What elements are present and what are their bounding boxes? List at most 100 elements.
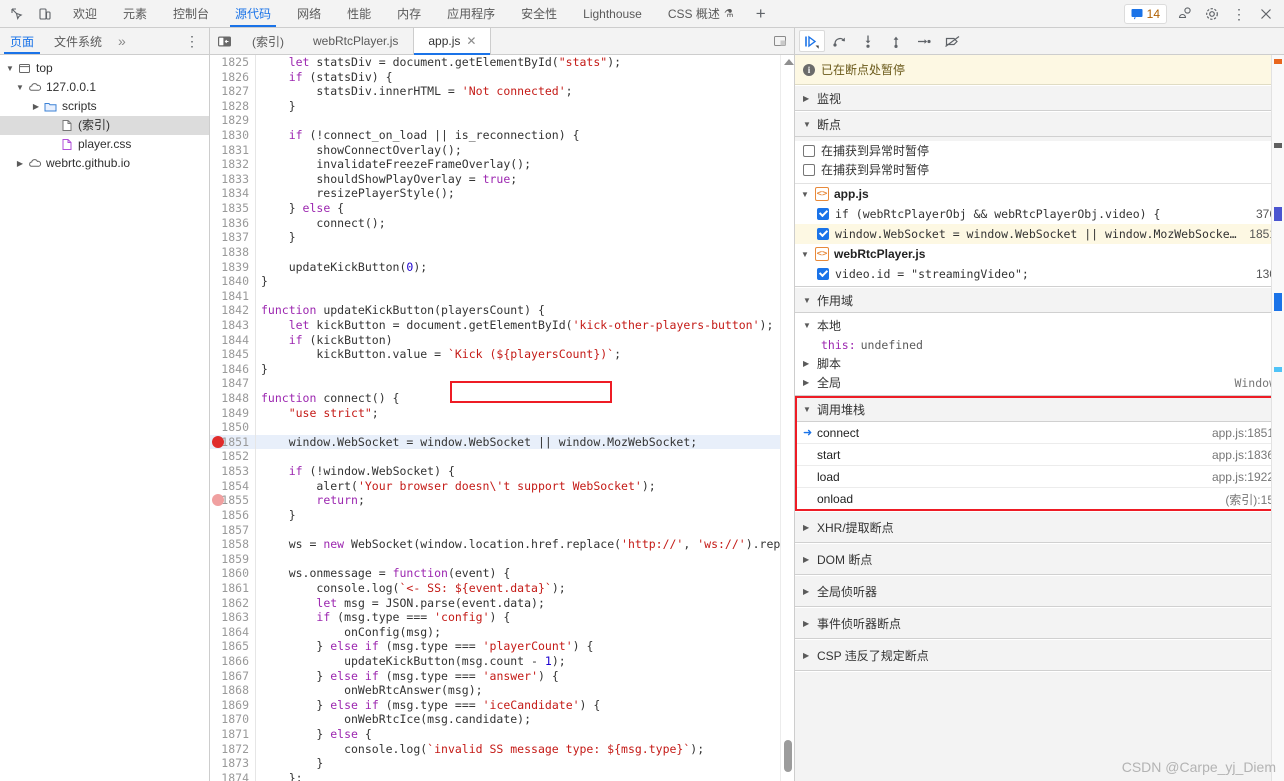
tab-memory[interactable]: 内存 — [384, 0, 434, 27]
section-header-watch[interactable]: ▶ 监视 — [795, 85, 1284, 111]
editor-tab-app-js[interactable]: app.js ✕ — [413, 28, 492, 55]
line-number-gutter[interactable]: 1864 — [210, 624, 256, 640]
section-header-scope[interactable]: ▼ 作用域 — [795, 287, 1284, 313]
device-toolbar-icon[interactable] — [32, 1, 58, 27]
line-number-gutter[interactable]: 1871 — [210, 727, 256, 742]
line-number-gutter[interactable]: 1836 — [210, 215, 256, 231]
scroll-up-arrow-icon[interactable] — [784, 59, 794, 65]
tab-css-overview[interactable]: CSS 概述 ⚗ — [655, 0, 747, 27]
line-number-gutter[interactable]: 1862 — [210, 595, 256, 611]
popout-icon[interactable] — [766, 28, 794, 54]
line-number-gutter[interactable]: 1845 — [210, 347, 256, 362]
callstack-frame-load[interactable]: load app.js:1922 — [795, 466, 1284, 488]
line-number-gutter[interactable]: 1847 — [210, 376, 256, 392]
section-header-global-listeners[interactable]: ▶ 全局侦听器 — [795, 575, 1284, 607]
line-number-gutter[interactable]: 1874 — [210, 770, 256, 781]
debugger-minimap-scrollbar[interactable] — [1271, 55, 1284, 781]
sidebar-toggle-icon[interactable] — [210, 28, 238, 54]
line-number-gutter[interactable]: 1873 — [210, 756, 256, 771]
navigator-more-tabs-icon[interactable]: » — [112, 28, 132, 54]
line-number-gutter[interactable]: 1825 — [210, 55, 256, 70]
checkbox[interactable] — [817, 228, 829, 240]
line-number-gutter[interactable]: 1856 — [210, 507, 256, 523]
line-number-gutter[interactable]: 1852 — [210, 449, 256, 465]
code-editor[interactable]: 1825 let statsDiv = document.getElementB… — [210, 55, 794, 781]
line-number-gutter[interactable]: 1870 — [210, 712, 256, 728]
line-number-gutter[interactable]: 1851 — [210, 434, 256, 450]
line-number-gutter[interactable]: 1848 — [210, 391, 256, 406]
line-number-gutter[interactable]: 1838 — [210, 244, 256, 260]
section-header-event-listener-breakpoints[interactable]: ▶ 事件侦听器断点 — [795, 607, 1284, 639]
tab-network[interactable]: 网络 — [284, 0, 334, 27]
tab-performance[interactable]: 性能 — [334, 0, 384, 27]
step-over-next-function-call-button[interactable] — [827, 30, 853, 52]
scope-script-row[interactable]: ▶ 脚本 — [795, 354, 1284, 373]
close-icon[interactable]: ✕ — [466, 34, 476, 48]
add-panel-button[interactable]: + — [747, 0, 775, 27]
pause-on-caught-exceptions-row-2[interactable]: 在捕获到异常时暂停 — [795, 160, 1284, 179]
line-number-gutter[interactable]: 1853 — [210, 464, 256, 479]
editor-tab-index[interactable]: (索引) — [238, 28, 299, 54]
tab-lighthouse[interactable]: Lighthouse — [570, 0, 655, 27]
checkbox[interactable] — [803, 163, 815, 176]
line-number-gutter[interactable]: 1827 — [210, 84, 256, 99]
line-number-gutter[interactable]: 1855 — [210, 493, 256, 508]
breakpoint-file-header[interactable]: ▼ <> app.js — [795, 184, 1284, 204]
tab-security[interactable]: 安全性 — [508, 0, 570, 27]
section-header-breakpoints[interactable]: ▼ 断点 — [795, 111, 1284, 137]
line-number-gutter[interactable]: 1849 — [210, 405, 256, 421]
twisty-open-icon[interactable]: ▼ — [14, 78, 26, 97]
section-header-callstack[interactable]: ▼ 调用堆栈 — [795, 396, 1284, 422]
section-header-xhr-breakpoints[interactable]: ▶ XHR/提取断点 — [795, 511, 1284, 543]
line-number-gutter[interactable]: 1846 — [210, 361, 256, 377]
tab-welcome[interactable]: 欢迎 — [60, 0, 110, 27]
tab-sources[interactable]: 源代码 — [222, 0, 284, 27]
deactivate-breakpoints-button[interactable] — [939, 30, 965, 52]
issues-counter-button[interactable]: 14 — [1123, 3, 1167, 24]
step-button[interactable] — [911, 30, 937, 52]
twisty-open-icon[interactable]: ▼ — [4, 59, 16, 78]
twisty-closed-icon[interactable]: ▶ — [14, 154, 26, 173]
tree-item-index-document[interactable]: ▶ (索引) — [0, 116, 209, 135]
line-number-gutter[interactable]: 1859 — [210, 551, 256, 567]
section-header-dom-breakpoints[interactable]: ▶ DOM 断点 — [795, 543, 1284, 575]
line-number-gutter[interactable]: 1832 — [210, 157, 256, 172]
line-number-gutter[interactable]: 1872 — [210, 741, 256, 757]
line-number-gutter[interactable]: 1828 — [210, 98, 256, 114]
line-number-gutter[interactable]: 1860 — [210, 566, 256, 581]
line-number-gutter[interactable]: 1865 — [210, 639, 256, 654]
breakpoint-row[interactable]: video.id = "streamingVideo"; 130 — [795, 264, 1284, 284]
resume-script-execution-button[interactable] — [799, 30, 825, 52]
checkbox[interactable] — [817, 208, 829, 220]
line-number-gutter[interactable]: 1840 — [210, 274, 256, 289]
editor-vertical-scrollbar[interactable] — [780, 55, 794, 781]
more-options-icon[interactable]: ⋮ — [1226, 2, 1252, 26]
line-number-gutter[interactable]: 1868 — [210, 683, 256, 698]
breakpoint-row[interactable]: window.WebSocket = window.WebSocket || w… — [795, 224, 1284, 244]
line-number-gutter[interactable]: 1837 — [210, 230, 256, 245]
line-number-gutter[interactable]: 1835 — [210, 201, 256, 216]
twisty-closed-icon[interactable]: ▶ — [30, 97, 42, 116]
line-number-gutter[interactable]: 1826 — [210, 69, 256, 85]
tree-item-top[interactable]: ▼ top — [0, 59, 209, 78]
tree-item-origin-127[interactable]: ▼ 127.0.0.1 — [0, 78, 209, 97]
line-number-gutter[interactable]: 1850 — [210, 420, 256, 435]
editor-scrollbar-thumb[interactable] — [784, 740, 792, 772]
line-number-gutter[interactable]: 1839 — [210, 259, 256, 275]
close-devtools-icon[interactable] — [1253, 2, 1279, 26]
scope-global-row[interactable]: ▶ 全局 Window — [795, 373, 1284, 392]
line-number-gutter[interactable]: 1829 — [210, 113, 256, 129]
breakpoint-file-header[interactable]: ▼ <> webRtcPlayer.js — [795, 244, 1284, 264]
editor-tab-webrtcplayer-js[interactable]: webRtcPlayer.js — [299, 28, 413, 54]
line-number-gutter[interactable]: 1863 — [210, 610, 256, 625]
callstack-frame-connect[interactable]: ➜ connect app.js:1851 — [795, 422, 1284, 444]
step-into-next-function-call-button[interactable] — [855, 30, 881, 52]
line-number-gutter[interactable]: 1830 — [210, 128, 256, 143]
checkbox[interactable] — [803, 144, 815, 157]
scope-local-row[interactable]: ▼ 本地 — [795, 316, 1284, 335]
line-number-gutter[interactable]: 1861 — [210, 580, 256, 596]
navigator-options-icon[interactable]: ⋮ — [175, 28, 209, 54]
tree-item-scripts-folder[interactable]: ▶ scripts — [0, 97, 209, 116]
nav-tab-filesystem[interactable]: 文件系统 — [44, 28, 112, 54]
line-number-gutter[interactable]: 1857 — [210, 522, 256, 538]
